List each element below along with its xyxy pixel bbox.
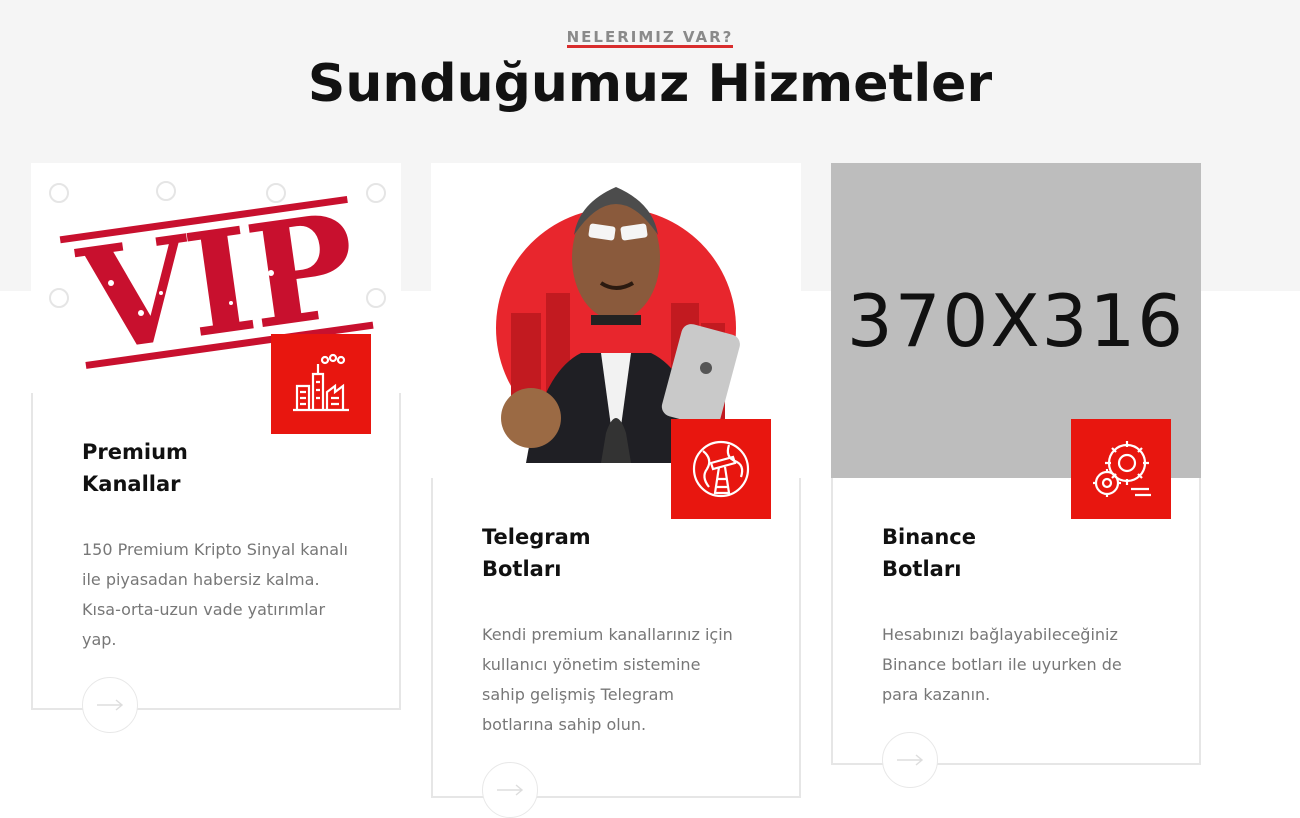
- gears-icon: [1071, 419, 1171, 519]
- card-more-button[interactable]: [82, 677, 138, 733]
- placeholder-image-text: 370X316: [846, 278, 1186, 363]
- card-description: Kendi premium kanallarınız için kullanıc…: [482, 625, 733, 734]
- card-description: Hesabınızı bağlayabileceğiniz Binance bo…: [882, 625, 1122, 704]
- card-title-line2: Botları: [482, 557, 562, 581]
- arrow-right-icon: [897, 754, 924, 766]
- section-title: Sunduğumuz Hizmetler: [307, 54, 993, 114]
- section-eyebrow-text: NELERIMIZ VAR?: [566, 28, 734, 48]
- arrow-right-icon: [497, 784, 524, 796]
- card-title-telegram: Telegram Botları: [482, 521, 591, 585]
- card-more-button[interactable]: [882, 732, 938, 788]
- oil-pump-icon: [671, 419, 771, 519]
- section-eyebrow: NELERIMIZ VAR?: [0, 28, 1300, 48]
- card-description: 150 Premium Kripto Sinyal kanalı ile piy…: [82, 540, 348, 649]
- card-title-line1: Telegram: [482, 525, 591, 549]
- card-title-line1: Binance: [882, 525, 976, 549]
- arrow-right-icon: [97, 699, 124, 711]
- card-more-button[interactable]: [482, 762, 538, 818]
- card-title-premium: Premium Kanallar: [82, 436, 188, 500]
- card-title-line2: Kanallar: [82, 472, 181, 496]
- factory-icon: [271, 334, 371, 434]
- card-title-binance: Binance Botları: [882, 521, 976, 585]
- card-title-line2: Botları: [882, 557, 962, 581]
- card-title-line1: Premium: [82, 440, 188, 464]
